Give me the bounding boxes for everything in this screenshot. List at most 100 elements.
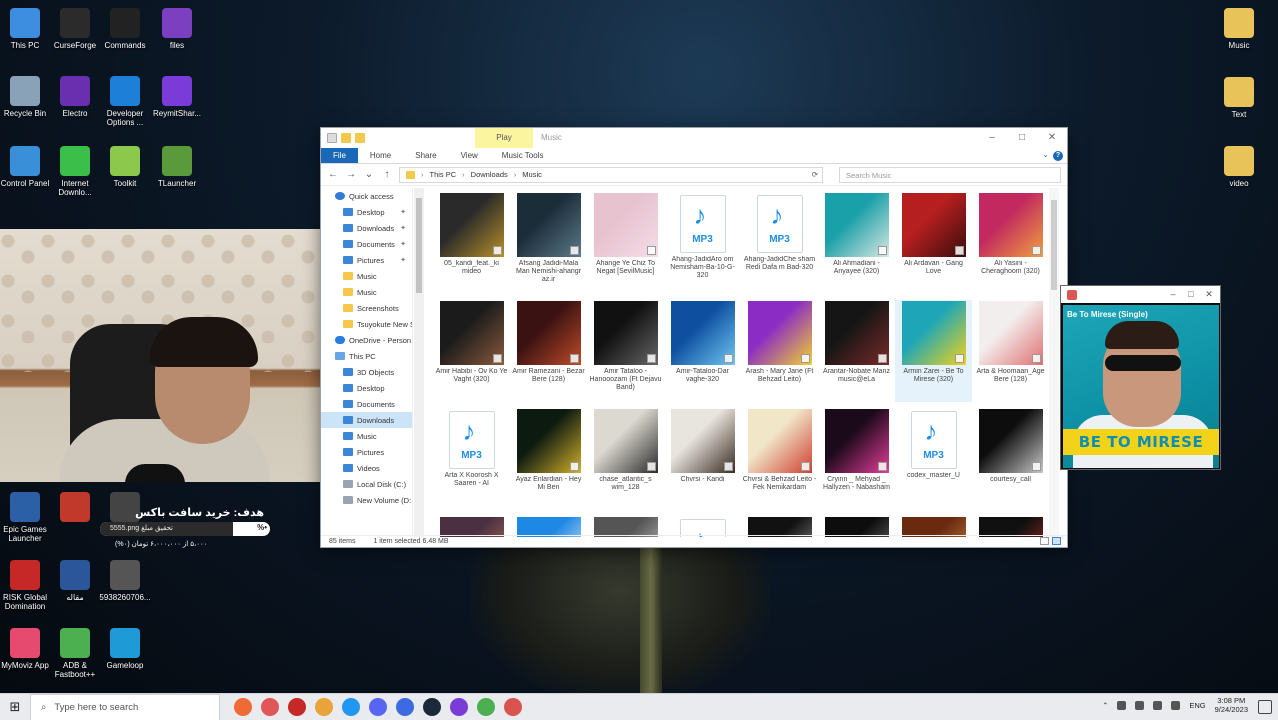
file-tile[interactable]: Ali Yasini - Cheraghoom (320): [972, 192, 1047, 294]
file-tile[interactable]: [895, 516, 972, 537]
folder-icon[interactable]: [355, 133, 365, 143]
breadcrumb-this-pc[interactable]: This PC: [430, 170, 457, 179]
nav-item[interactable]: Tsuyokute New S: [321, 316, 412, 332]
file-tile[interactable]: ♪ MP3 Ahang-JadidAro om Nemisham-Ba-10-G-3…: [664, 192, 741, 294]
navigation-scrollbar[interactable]: [414, 188, 424, 537]
desktop-icon[interactable]: Gameloop: [94, 628, 156, 670]
media-player-window[interactable]: – □ ✕ Be To Mirese (Single) BE TO MIRESE: [1060, 285, 1221, 470]
nav-item[interactable]: 3D Objects: [321, 364, 412, 380]
notification-center-icon[interactable]: [1258, 700, 1272, 714]
file-tile[interactable]: Amir Ramezani - Bezar Bere (128): [510, 300, 587, 402]
mic-icon[interactable]: [1117, 700, 1127, 710]
nav-item[interactable]: Desktop: [321, 380, 412, 396]
ribbon-tab-music-tools[interactable]: Music Tools: [490, 148, 556, 163]
file-tile[interactable]: Afsang Jadidi-Mala Man Nemishi-ahangr az…: [510, 192, 587, 294]
nav-item[interactable]: Desktop ✦: [321, 204, 412, 220]
nav-item[interactable]: OneDrive - Person: [321, 332, 412, 348]
player-titlebar[interactable]: – □ ✕: [1061, 286, 1220, 303]
properties-icon[interactable]: [327, 133, 337, 143]
nav-item[interactable]: Music: [321, 428, 412, 444]
ribbon-tab-view[interactable]: View: [449, 148, 490, 163]
chevron-down-icon[interactable]: ⌄: [1042, 150, 1049, 159]
taskbar-app-icon[interactable]: [423, 698, 441, 716]
desktop-icon[interactable]: TLauncher: [146, 146, 208, 188]
large-icons-view-icon[interactable]: [1052, 537, 1061, 545]
nav-item[interactable]: Local Disk (C:): [321, 476, 412, 492]
file-explorer-window[interactable]: Play Music – □ ✕ File Home Share View Music…: [320, 127, 1068, 548]
nav-item[interactable]: Screenshots: [321, 300, 412, 316]
nav-item[interactable]: Music: [321, 284, 412, 300]
explorer-titlebar[interactable]: Play Music – □ ✕: [321, 128, 1067, 148]
taskbar-app-icon[interactable]: [396, 698, 414, 716]
nav-item[interactable]: Documents ✦: [321, 236, 412, 252]
ribbon-tab-home[interactable]: Home: [358, 148, 403, 163]
new-folder-icon[interactable]: [341, 133, 351, 143]
taskbar-app-icon[interactable]: [315, 698, 333, 716]
nav-item[interactable]: Music: [321, 268, 412, 284]
breadcrumb-music[interactable]: Music: [522, 170, 542, 179]
back-button[interactable]: ←: [327, 169, 339, 180]
volume-icon[interactable]: [1153, 700, 1163, 710]
file-view[interactable]: 05_kandi_feat._ki mideo Afsang Jadidi-Mal…: [433, 192, 1047, 537]
file-tile[interactable]: [741, 516, 818, 537]
battery-icon[interactable]: [1171, 700, 1181, 710]
file-tile[interactable]: Amir Habibi - Ov Ko Ye Vaght (320): [433, 300, 510, 402]
file-tile[interactable]: ♪ MP3 Arta X Koorosh X Saaren - AI: [433, 408, 510, 510]
taskbar-app-icon[interactable]: [288, 698, 306, 716]
file-tile[interactable]: Ali Ahmadiani - Anyayee (320): [818, 192, 895, 294]
taskbar-app-icon[interactable]: [261, 698, 279, 716]
refresh-icon[interactable]: ⟳: [812, 170, 818, 179]
file-tile[interactable]: [433, 516, 510, 537]
file-tile[interactable]: Chvrsi & Behzad Leito - Fek Nemikardam: [741, 408, 818, 510]
forward-button[interactable]: →: [345, 169, 357, 180]
file-tile[interactable]: ♪MP3: [664, 516, 741, 537]
ribbon-tab-file[interactable]: File: [321, 148, 358, 163]
details-view-icon[interactable]: [1040, 537, 1049, 545]
file-tile[interactable]: Amir-Tataloo-Dar vaghe-320: [664, 300, 741, 402]
close-button[interactable]: ✕: [1037, 128, 1067, 148]
search-input[interactable]: Search Music: [839, 166, 1061, 183]
nav-item[interactable]: New Volume (D:: [321, 492, 412, 508]
file-tile[interactable]: Arash - Mary Jane (Ft Behzad Leito): [741, 300, 818, 402]
up-button[interactable]: ↑: [381, 169, 393, 180]
desktop-icon[interactable]: Text: [1208, 77, 1270, 119]
nav-item[interactable]: Downloads: [321, 412, 412, 428]
network-icon[interactable]: [1135, 700, 1145, 710]
file-tile[interactable]: [510, 516, 587, 537]
close-button[interactable]: ✕: [1200, 286, 1218, 303]
recent-locations-button[interactable]: ⌄: [363, 169, 375, 180]
nav-item[interactable]: Pictures: [321, 444, 412, 460]
file-view-scrollbar[interactable]: [1049, 188, 1059, 537]
nav-item[interactable]: Videos: [321, 460, 412, 476]
start-button[interactable]: ⊞: [0, 694, 30, 720]
file-tile[interactable]: ♪ MP3 Ahang-JadidChe sham Redi Dafa m Bad-…: [741, 192, 818, 294]
desktop-icon[interactable]: video: [1208, 146, 1270, 188]
file-tile[interactable]: Arantar-Nobate Manz music@eLa: [818, 300, 895, 402]
address-bar[interactable]: › This PC › Downloads › Music ⟳: [399, 166, 823, 183]
file-tile[interactable]: Ahange Ye Chiz To Negat [SevilMusic]: [587, 192, 664, 294]
taskbar-app-icon[interactable]: [504, 698, 522, 716]
desktop-icon[interactable]: files: [146, 8, 208, 50]
taskbar-app-icon[interactable]: [450, 698, 468, 716]
help-icon[interactable]: ?: [1053, 151, 1063, 161]
maximize-button[interactable]: □: [1182, 286, 1200, 303]
taskbar-search[interactable]: ⌕ Type here to search: [30, 693, 220, 720]
file-tile[interactable]: Arta & Hoomaan_Age Bere (128): [972, 300, 1047, 402]
desktop-icon[interactable]: 5938260706...: [94, 560, 156, 602]
desktop-icon[interactable]: ReymitShar...: [146, 76, 208, 118]
file-tile[interactable]: Chvrsi - Kandi: [664, 408, 741, 510]
minimize-button[interactable]: –: [977, 128, 1007, 148]
taskbar-app-icon[interactable]: [477, 698, 495, 716]
chevron-up-icon[interactable]: ⌃: [1102, 701, 1108, 710]
nav-item[interactable]: Documents: [321, 396, 412, 412]
nav-item[interactable]: Quick access: [321, 188, 412, 204]
nav-item[interactable]: Downloads ✦: [321, 220, 412, 236]
language-indicator[interactable]: ENG: [1189, 701, 1205, 710]
file-tile[interactable]: 05_kandi_feat._ki mideo: [433, 192, 510, 294]
file-tile[interactable]: Amir Tataloo - Hanooozam (Ft Dejavu Band…: [587, 300, 664, 402]
file-tile[interactable]: [818, 516, 895, 537]
taskbar-app-icon[interactable]: [234, 698, 252, 716]
ribbon-tab-share[interactable]: Share: [403, 148, 448, 163]
clock[interactable]: 3:08 PM 9/24/2023: [1215, 696, 1248, 714]
file-tile[interactable]: [587, 516, 664, 537]
